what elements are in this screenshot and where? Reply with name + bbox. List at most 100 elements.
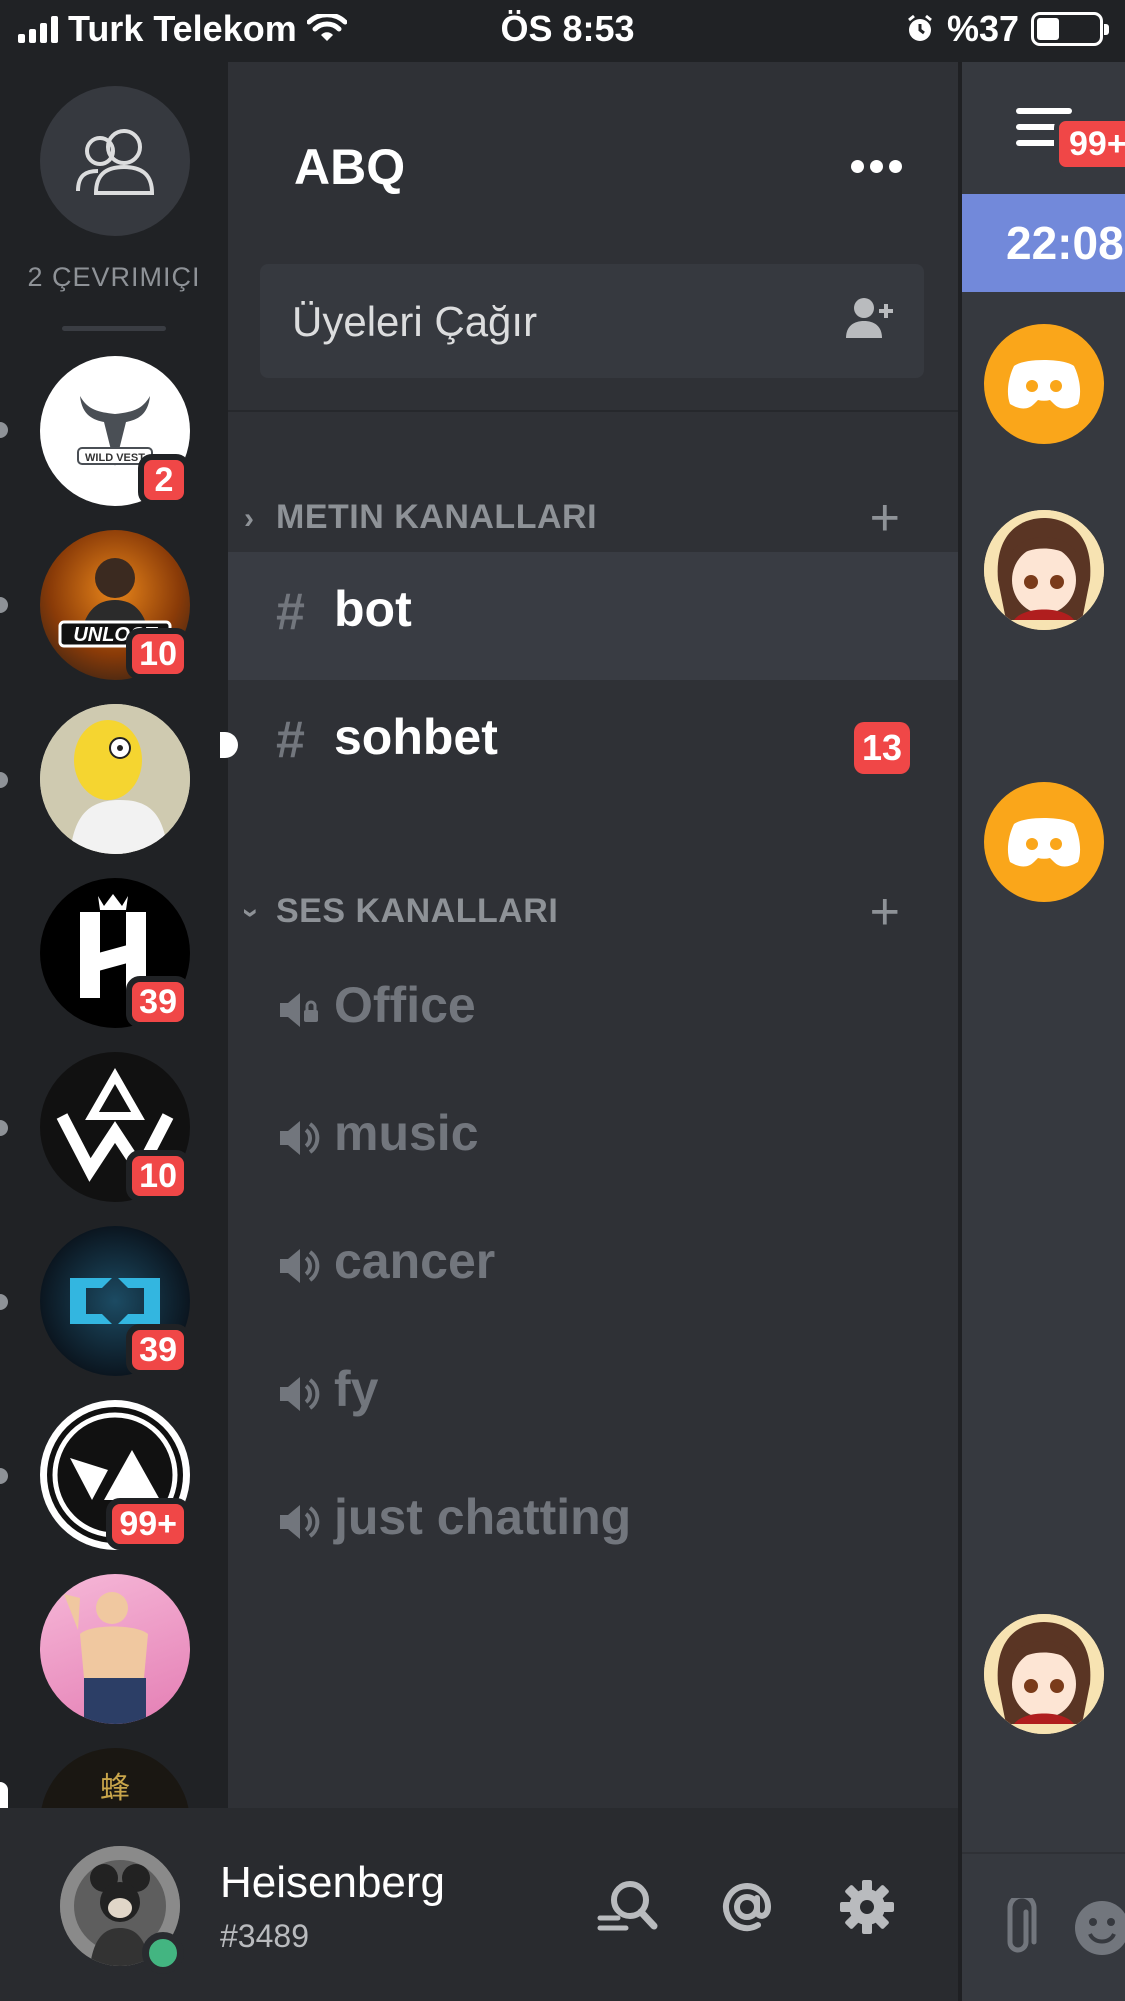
emoji-icon[interactable] (1072, 1898, 1125, 1958)
unread-pill (0, 772, 8, 788)
voice-channel-name: just chatting (334, 1489, 632, 1545)
mention-badge: 39 (126, 976, 190, 1028)
online-status-icon (142, 1932, 184, 1974)
guild-icon-simpson[interactable] (40, 704, 190, 854)
discord-avatar[interactable] (984, 782, 1104, 902)
notification-badge: 99+ (1054, 116, 1125, 172)
status-bar: Turk Telekom ÖS 8:53 %37 (0, 0, 1125, 62)
mention-badge: 99+ (106, 1498, 190, 1550)
chevron-down-icon: › (235, 908, 268, 918)
unread-indicator (220, 732, 238, 758)
channel-bot[interactable]: # bot (228, 552, 958, 680)
category-label: SES KANALLARI (276, 892, 559, 930)
unread-pill (0, 1120, 8, 1136)
add-user-icon (846, 298, 893, 338)
svg-text:WILD VEST: WILD VEST (85, 452, 145, 464)
speaker-icon (280, 1505, 320, 1539)
voice-channel-name: fy (334, 1361, 379, 1417)
alarm-icon (908, 14, 932, 41)
user-discriminator: #3489 (220, 1918, 309, 1954)
chevron-right-icon: › (244, 502, 254, 535)
discord-avatar[interactable] (984, 324, 1104, 444)
hash-icon: # (276, 583, 305, 641)
guild-icon-w[interactable]: 10 (40, 1052, 190, 1202)
svg-text:蜂: 蜂 (100, 1771, 130, 1806)
guild-avatar: 蜂 (40, 1748, 190, 1808)
anime-girl-icon (984, 510, 1104, 630)
voice-channel-name: music (334, 1105, 479, 1161)
channel-name: sohbet (334, 709, 498, 765)
speaker-icon (280, 1377, 320, 1411)
more-options-icon[interactable] (851, 160, 902, 173)
cartoon-character-icon (40, 704, 190, 854)
add-channel-icon[interactable]: + (870, 492, 900, 544)
selected-pill (0, 1782, 8, 1808)
anime-avatar[interactable] (984, 510, 1104, 630)
category-voice-channels[interactable]: › SES KANALLARI + (228, 882, 958, 942)
anime-girl-icon (984, 1614, 1104, 1734)
mention-icon[interactable] (718, 1878, 776, 1936)
username: Heisenberg (220, 1858, 446, 1907)
anime-character-icon (64, 1592, 148, 1724)
voice-channel-fy[interactable]: fy (228, 1332, 958, 1460)
voice-channel-name: Office (334, 977, 476, 1033)
header-divider (228, 410, 958, 412)
discord-logo-icon (1007, 818, 1081, 867)
bee-logo-icon: 蜂 (100, 1771, 130, 1806)
invite-members-button[interactable]: Üyeleri Çağır (260, 264, 924, 378)
search-icon[interactable] (596, 1878, 660, 1934)
mention-badge: 2 (138, 454, 190, 506)
mention-badge: 10 (126, 1150, 190, 1202)
channel-panel: ABQ Üyeleri Çağır › METIN KANALLARI + # … (220, 62, 958, 1808)
time-banner: 22:08 (958, 194, 1125, 292)
category-text-channels[interactable]: › METIN KANALLARI + (228, 488, 958, 548)
friends-icon (76, 129, 155, 195)
online-count: 2 ÇEVRIMIÇI (27, 262, 201, 292)
unread-pill (0, 1468, 8, 1484)
mention-badge: 10 (126, 628, 190, 680)
message-input-bar[interactable] (958, 1852, 1125, 2001)
guild-icon-cyan[interactable]: 39 (40, 1226, 190, 1376)
status-right: %37 (905, 8, 1109, 50)
mention-badge: 13 (854, 722, 910, 774)
guild-icon-va[interactable]: 99+ (40, 1400, 190, 1550)
time-label: 22:08 (1006, 217, 1124, 269)
unread-pill (0, 422, 8, 438)
speaker-icon (280, 1121, 320, 1155)
guild-separator (62, 326, 166, 331)
voice-channel-music[interactable]: music (228, 1076, 958, 1204)
server-name: ABQ (294, 139, 406, 195)
locked-speaker-icon (280, 993, 318, 1027)
chat-peek[interactable]: 99+ 22:08 (958, 62, 1125, 2001)
guild-avatar (40, 704, 190, 854)
category-label: METIN KANALLARI (276, 498, 598, 536)
discord-logo-icon (1007, 360, 1081, 409)
speaker-icon (280, 1249, 320, 1283)
settings-gear-icon[interactable] (838, 1878, 896, 1936)
server-header[interactable]: ABQ (228, 62, 958, 195)
mention-badge: 39 (126, 1324, 190, 1376)
voice-channel-cancer[interactable]: cancer (228, 1204, 958, 1332)
guild-icon-unlock[interactable]: UNLOCT 10 (40, 530, 190, 680)
unread-pill (0, 1294, 8, 1310)
panel-edge-divider (958, 62, 962, 2001)
direct-messages-button[interactable] (40, 86, 190, 236)
guild-icon-anime[interactable] (40, 1574, 190, 1724)
guild-rail: 2 ÇEVRIMIÇI WILD VEST 2 UNLOCT 10 39 10 … (0, 62, 228, 1808)
voice-channel-just-chatting[interactable]: just chatting (228, 1460, 958, 1588)
voice-channel-office[interactable]: Office (228, 948, 958, 1076)
guild-icon-wild-west[interactable]: WILD VEST 2 (40, 356, 190, 506)
guild-icon-bee[interactable]: 蜂 (40, 1748, 190, 1808)
battery-percent: %37 (946, 8, 1019, 49)
invite-members-label: Üyeleri Çağır (292, 298, 538, 345)
add-channel-icon[interactable]: + (870, 886, 900, 938)
guild-icon-h[interactable]: 39 (40, 878, 190, 1028)
channel-name: bot (334, 581, 412, 637)
battery-icon (1031, 12, 1109, 46)
attachment-icon[interactable] (998, 1898, 1038, 1958)
guild-avatar (40, 1574, 190, 1724)
hash-icon: # (276, 711, 305, 769)
anime-avatar[interactable] (984, 1614, 1104, 1734)
voice-channel-name: cancer (334, 1233, 496, 1289)
channel-sohbet[interactable]: # sohbet 13 (220, 680, 958, 808)
